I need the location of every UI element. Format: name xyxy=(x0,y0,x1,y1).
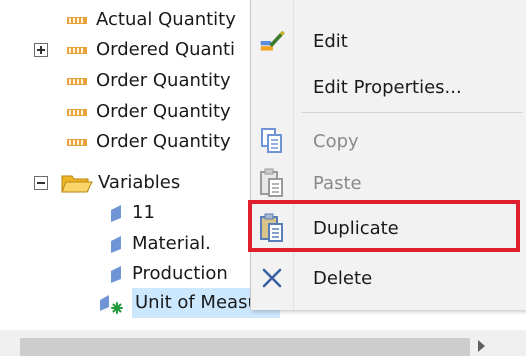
tree-item-label: Material. xyxy=(132,233,211,254)
tree-item-variables[interactable]: Variables xyxy=(34,168,180,198)
measure-icon xyxy=(67,47,87,54)
copy-icon xyxy=(259,126,285,156)
context-menu: Edit Edit Properties... Copy Paste Dupli… xyxy=(250,0,526,310)
tree-item-label: 11 xyxy=(132,202,155,223)
tree-item-label: Order Quantity xyxy=(96,70,231,91)
tree-item-actual-quantity[interactable]: Actual Quantity xyxy=(66,5,236,35)
menu-item-label: Copy xyxy=(313,130,359,152)
tree-item-order-quantity[interactable]: Order Quantity xyxy=(66,66,231,96)
scroll-right-arrow-icon[interactable] xyxy=(478,340,485,352)
expand-plus-icon[interactable] xyxy=(34,43,48,57)
tree-item-label: Actual Quantity xyxy=(96,9,236,30)
delete-icon xyxy=(259,263,285,293)
report-editor-window: Actual Quantity Ordered Quanti Order Qua… xyxy=(0,0,526,356)
menu-item-label: Paste xyxy=(313,172,362,194)
menu-item-label: Edit xyxy=(313,30,348,52)
folder-open-icon xyxy=(61,175,93,193)
edit-icon xyxy=(259,26,285,56)
variable-icon xyxy=(111,236,121,253)
variable-icon xyxy=(111,205,121,222)
tree-item-variable-material[interactable]: Material. xyxy=(108,229,211,259)
paste-icon xyxy=(259,168,285,198)
tree-item-order-quantity[interactable]: Order Quantity xyxy=(66,97,231,127)
collapse-minus-icon[interactable] xyxy=(34,176,48,190)
tree-item-label: Order Quantity xyxy=(96,131,231,152)
menu-item-delete[interactable]: Delete xyxy=(251,255,521,301)
tree-item-variable-11[interactable]: 11 xyxy=(108,198,155,228)
menu-separator xyxy=(301,112,523,113)
menu-item-edit[interactable]: Edit xyxy=(251,18,521,64)
measure-icon xyxy=(67,17,87,24)
measure-icon xyxy=(67,139,87,146)
menu-item-copy[interactable]: Copy xyxy=(251,118,521,164)
variable-new-icon xyxy=(100,295,123,314)
tree-item-label: Ordered Quanti xyxy=(96,39,236,60)
scrollbar-thumb[interactable] xyxy=(20,338,470,356)
tree-item-label: Production xyxy=(132,263,228,284)
measure-icon xyxy=(67,78,87,85)
menu-item-edit-properties[interactable]: Edit Properties... xyxy=(251,64,521,110)
tree-item-ordered-quantity[interactable]: Ordered Quanti xyxy=(34,35,235,65)
tree-item-label: Variables xyxy=(98,172,181,193)
horizontal-scrollbar[interactable] xyxy=(0,330,505,356)
scrollbar-corner xyxy=(505,330,526,356)
variable-icon xyxy=(111,266,121,283)
duplicate-highlight-box xyxy=(248,200,520,252)
measure-icon xyxy=(67,109,87,116)
menu-item-label: Delete xyxy=(313,267,373,289)
tree-item-label: Order Quantity xyxy=(96,101,231,122)
menu-item-label: Edit Properties... xyxy=(313,76,462,98)
tree-item-order-quantity[interactable]: Order Quantity xyxy=(66,127,231,157)
tree-item-variable-production[interactable]: Production xyxy=(108,259,228,289)
